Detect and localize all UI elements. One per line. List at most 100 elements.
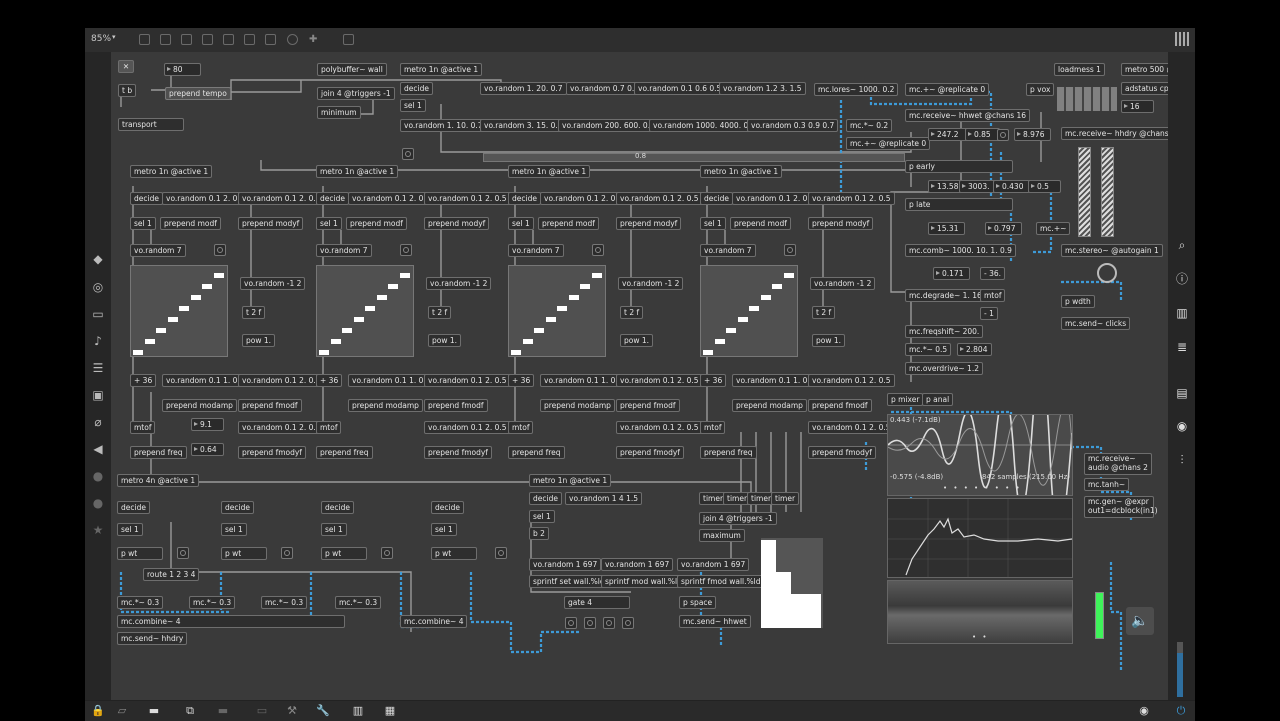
voice1-random-d[interactable]: vo.random 0.1 2. 0.5 <box>238 374 325 387</box>
voice1-prepend-freq[interactable]: prepend freq <box>130 446 187 459</box>
voice1-random-a[interactable]: vo.random 0.1 2. 0.5 <box>162 192 249 205</box>
voice3-prepend-modamp[interactable]: prepend modamp <box>540 399 615 412</box>
metro-top-object[interactable]: metro 1n @active 1 <box>400 63 483 76</box>
sel1-bottom-2[interactable]: sel 1 <box>221 523 247 536</box>
voice4-random-d[interactable]: vo.random 0.1 2. 0.5 <box>808 374 895 387</box>
close-icon[interactable] <box>202 34 213 45</box>
gate-object[interactable]: gate 4 <box>564 596 630 609</box>
random-697-3[interactable]: vo.random 1 697 <box>677 558 750 571</box>
number-0-430[interactable]: 0.430 <box>993 180 1030 193</box>
mc-plus-replicate-b[interactable]: mc.+~ @replicate 0 <box>846 137 931 150</box>
transport-object[interactable]: transport <box>118 118 184 131</box>
voice2-random-neg[interactable]: vo.random -1 2 <box>426 277 492 290</box>
b-2-object[interactable]: b 2 <box>529 527 549 540</box>
plugin-icon[interactable]: ◀ <box>91 442 105 456</box>
loadmess-object[interactable]: loadmess 1 <box>1054 63 1105 76</box>
level-meter-left[interactable] <box>1078 147 1091 237</box>
docs-icon[interactable]: ▤ <box>1174 385 1190 401</box>
list-icon[interactable]: ≣ <box>1174 339 1190 355</box>
bang-gate-4[interactable] <box>622 617 634 629</box>
grid-icon[interactable]: ▦ <box>383 704 397 718</box>
oscilloscope[interactable]: 0.443 (-7.1dB) -0.575 (-4.8dB) 842 sampl… <box>887 364 1073 534</box>
p-mixer[interactable]: p mixer <box>887 393 924 406</box>
object-box-icon[interactable] <box>223 34 234 45</box>
p-wt-4[interactable]: p wt <box>431 547 477 560</box>
voice3-random-b[interactable]: vo.random 0.1 2. 0.5 <box>616 192 703 205</box>
voice3-prepend-modf[interactable]: prepend modf <box>538 217 599 230</box>
voice2-plus-36[interactable]: + 36 <box>316 374 343 387</box>
voice4-bang[interactable] <box>784 244 796 256</box>
random-object-7[interactable]: vo.random 200. 600. 0.7 <box>558 119 659 132</box>
route-object[interactable]: route 1 2 3 4 <box>143 568 200 581</box>
voice3-random-d[interactable]: vo.random 0.1 2. 0.5 <box>616 374 703 387</box>
multislider-bars[interactable] <box>761 538 823 628</box>
number-0-171[interactable]: 0.171 <box>933 267 970 280</box>
voice2-pow[interactable]: pow 1. <box>428 334 462 347</box>
voice3-multislider[interactable] <box>508 265 606 357</box>
number-9-1[interactable]: 9.1 <box>191 418 224 431</box>
prepend-tempo-message[interactable]: prepend tempo <box>165 87 231 100</box>
pin-icon[interactable]: ✚ <box>309 34 320 45</box>
voice2-t2f[interactable]: t 2 f <box>428 306 452 319</box>
lock-icon[interactable] <box>343 34 354 45</box>
voice4-pow[interactable]: pow 1. <box>812 334 846 347</box>
random-object-1[interactable]: vo.random 1. 20. 0.7 <box>480 82 567 95</box>
voice1-prepend-fmodf[interactable]: prepend fmodf <box>238 399 302 412</box>
voice2-multislider[interactable] <box>316 265 414 357</box>
voice2-random-d[interactable]: vo.random 0.1 2. 0.5 <box>424 374 511 387</box>
voice4-prepend-freq[interactable]: prepend freq <box>700 446 757 459</box>
p-wt-1[interactable]: p wt <box>117 547 163 560</box>
voice1-bang[interactable] <box>214 244 226 256</box>
voice1-prepend-fmodyf[interactable]: prepend fmodyf <box>238 446 306 459</box>
comment-icon[interactable] <box>265 34 276 45</box>
voice2-random-e[interactable]: vo.random 0.1 2. 0.5 <box>424 421 511 434</box>
piano-icon[interactable]: ▥ <box>351 704 365 718</box>
voice3-prepend-freq[interactable]: prepend freq <box>508 446 565 459</box>
decide-bottom-3[interactable]: decide <box>321 501 354 514</box>
music-note-icon[interactable]: ♪ <box>91 334 105 348</box>
mc-mul-03-2[interactable]: mc.*~ 0.3 <box>189 596 236 609</box>
box-icon[interactable]: ▭ <box>91 307 105 321</box>
number-80[interactable]: 80 <box>164 63 201 76</box>
close-toggle[interactable]: ✕ <box>118 60 134 73</box>
voice2-random-b[interactable]: vo.random 0.1 2. 0.5 <box>424 192 511 205</box>
bang-button-top[interactable] <box>402 148 414 160</box>
power-icon[interactable]: ⏻ <box>1174 704 1188 718</box>
voice3-mtof[interactable]: mtof <box>508 421 534 434</box>
bang-gate-1[interactable] <box>565 617 577 629</box>
scope-page-dots[interactable]: • • • • • • • • <box>943 484 1022 492</box>
voice3-random-7[interactable]: vo.random 7 <box>508 244 564 257</box>
mc-send-hhwet[interactable]: mc.send~ hhwet <box>679 615 751 628</box>
voice4-random-a[interactable]: vo.random 0.1 2. 0.5 <box>732 192 819 205</box>
matrix-grid[interactable] <box>1057 87 1117 111</box>
minus-1[interactable]: - 1 <box>980 307 998 320</box>
output-level-meter[interactable] <box>1177 642 1183 697</box>
mc-mul-03-1[interactable]: mc.*~ 0.3 <box>117 596 164 609</box>
lock-icon[interactable]: 🔒 <box>91 704 105 718</box>
voice4-sel1[interactable]: sel 1 <box>700 217 726 230</box>
voice2-prepend-modamp[interactable]: prepend modamp <box>348 399 423 412</box>
voice1-mtof[interactable]: mtof <box>130 421 156 434</box>
random-object-4[interactable]: vo.random 1.2 3. 1.5 <box>719 82 806 95</box>
voice4-decide[interactable]: decide <box>700 192 733 205</box>
circle-icon[interactable]: ◎ <box>91 280 105 294</box>
chevron-down-icon[interactable]: ▾ <box>112 33 116 41</box>
patch-canvas[interactable]: ✕ 80 t b prepend tempo transport polybuf… <box>111 52 1168 700</box>
voice1-pow[interactable]: pow 1. <box>242 334 276 347</box>
p-late[interactable]: p late <box>905 198 1013 211</box>
patcher-icon[interactable] <box>160 34 171 45</box>
debug-icon[interactable]: ⚒ <box>285 704 299 718</box>
presentation-icon[interactable]: ▱ <box>115 704 129 718</box>
voice3-random-neg[interactable]: vo.random -1 2 <box>618 277 684 290</box>
number-0-797[interactable]: 0.797 <box>985 222 1022 235</box>
align-icon[interactable]: ▬ <box>216 704 230 718</box>
p-wdth[interactable]: p wdth <box>1061 295 1095 308</box>
attach-icon[interactable]: ⌀ <box>91 415 105 429</box>
cube-icon[interactable]: ◆ <box>91 252 105 266</box>
presentation-icon[interactable] <box>139 34 150 45</box>
sprintf-set[interactable]: sprintf set wall.%ld <box>529 575 609 588</box>
voice4-random-b[interactable]: vo.random 0.1 2. 0.5 <box>808 192 895 205</box>
timer-4[interactable]: timer <box>771 492 800 505</box>
bang-gate-2[interactable] <box>584 617 596 629</box>
p-anal[interactable]: p anal <box>922 393 954 406</box>
